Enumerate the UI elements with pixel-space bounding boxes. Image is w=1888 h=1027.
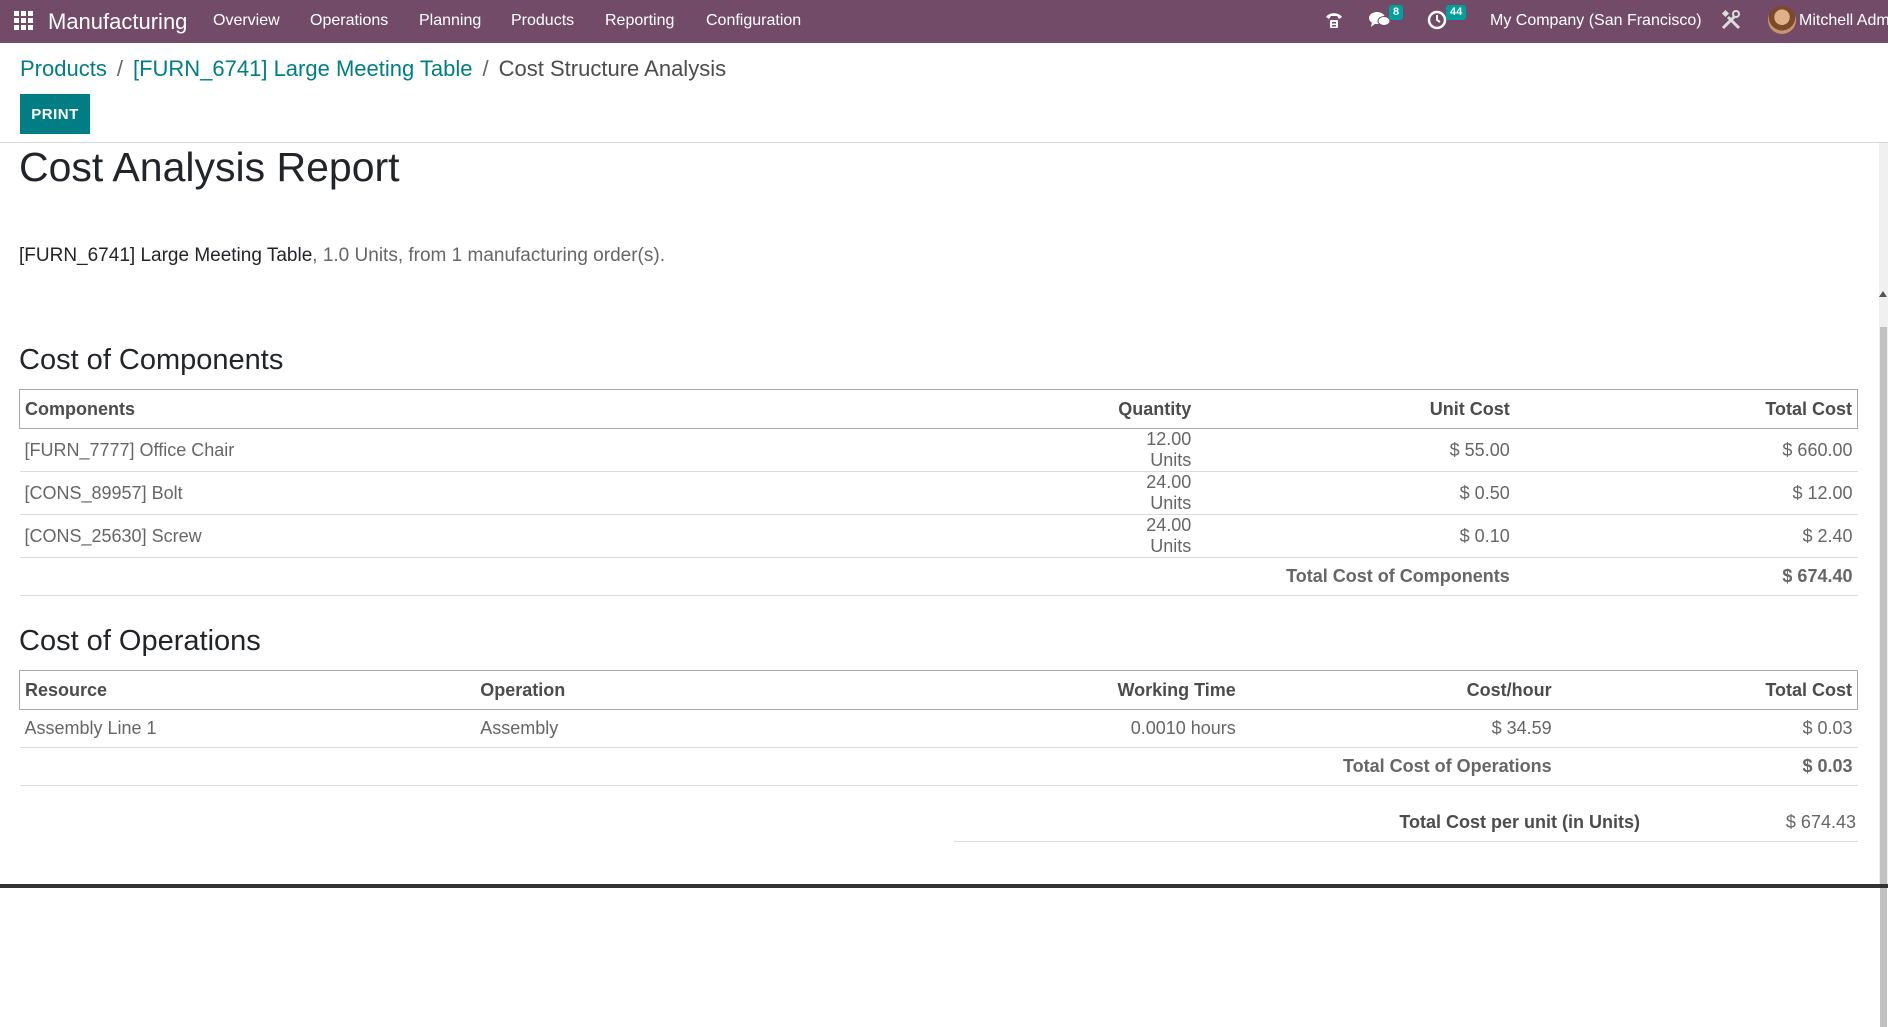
scroll-thumb[interactable] [1880, 327, 1887, 1027]
component-unit-cost: $ 55.00 [1196, 428, 1515, 472]
operations-header-row: Resource Operation Working Time Cost/hou… [19, 670, 1858, 710]
operation-total: $ 0.03 [1556, 709, 1858, 748]
product-summary: [FURN_6741] Large Meeting Table, 1.0 Uni… [19, 245, 665, 267]
component-total: $ 660.00 [1514, 428, 1858, 472]
component-unit-cost: $ 0.50 [1196, 471, 1515, 515]
clock-icon[interactable] [1427, 10, 1447, 35]
col-unit-cost: Unit Cost [1196, 389, 1515, 429]
component-link[interactable]: [CONS_89957] Bolt [19, 471, 1114, 515]
scroll-up-arrow-icon[interactable] [1879, 291, 1887, 297]
breadcrumb-separator: / [482, 56, 489, 81]
operations-total-row: Total Cost of Operations $ 0.03 [19, 747, 1858, 786]
operations-total-label: Total Cost of Operations [1240, 747, 1557, 786]
menu-configuration[interactable]: Configuration [706, 12, 801, 30]
component-qty: 24.00 Units [1113, 514, 1197, 558]
component-total: $ 12.00 [1514, 471, 1858, 515]
table-row: [CONS_25630] Screw 24.00 Units $ 0.10 $ … [19, 514, 1858, 558]
messages-badge: 8 [1389, 5, 1404, 20]
breadcrumb-product[interactable]: [FURN_6741] Large Meeting Table [133, 56, 473, 81]
menu-planning[interactable]: Planning [419, 12, 481, 30]
top-navbar: Manufacturing Overview Operations Planni… [0, 0, 1888, 43]
col-working-time: Working Time [875, 670, 1241, 710]
component-qty: 12.00 Units [1113, 428, 1197, 472]
menu-overview[interactable]: Overview [213, 12, 280, 30]
col-total-cost: Total Cost [1514, 389, 1858, 429]
components-section-title: Cost of Components [19, 344, 284, 376]
component-total: $ 2.40 [1514, 514, 1858, 558]
menu-operations[interactable]: Operations [310, 12, 388, 30]
col-operation: Operation [475, 670, 876, 710]
components-table: Components Quantity Unit Cost Total Cost… [19, 389, 1858, 596]
operations-total-value: $ 0.03 [1556, 747, 1858, 786]
component-unit-cost: $ 0.10 [1196, 514, 1515, 558]
breadcrumb-products[interactable]: Products [20, 56, 107, 81]
grand-total-divider [954, 841, 1858, 842]
col-op-total-cost: Total Cost [1556, 670, 1858, 710]
components-total-label: Total Cost of Components [1196, 557, 1515, 596]
control-panel-divider [0, 142, 1888, 143]
col-quantity: Quantity [1113, 389, 1197, 429]
window-bottom-edge [0, 884, 1888, 888]
component-link[interactable]: [CONS_25630] Screw [19, 514, 1114, 558]
table-row: Assembly Line 1 Assembly 0.0010 hours $ … [19, 709, 1858, 748]
product-name: [FURN_6741] Large Meeting Table [19, 245, 313, 266]
table-row: [FURN_7777] Office Chair 12.00 Units $ 5… [19, 428, 1858, 472]
operations-section-title: Cost of Operations [19, 625, 261, 657]
report-title: Cost Analysis Report [19, 144, 400, 190]
menu-products[interactable]: Products [511, 12, 574, 30]
company-switcher[interactable]: My Company (San Francisco) [1490, 12, 1702, 30]
components-total-row: Total Cost of Components $ 674.40 [19, 557, 1858, 596]
grand-total-value: $ 674.43 [1785, 812, 1856, 832]
grand-total-label: Total Cost per unit (in Units) [1399, 812, 1640, 832]
col-cost-hour: Cost/hour [1240, 670, 1557, 710]
component-qty: 24.00 Units [1113, 471, 1197, 515]
menu-reporting[interactable]: Reporting [605, 12, 674, 30]
col-components: Components [19, 389, 1114, 429]
breadcrumb-current: Cost Structure Analysis [498, 56, 727, 81]
user-avatar[interactable] [1768, 6, 1796, 34]
activities-badge: 44 [1446, 5, 1467, 20]
app-name[interactable]: Manufacturing [48, 9, 187, 35]
operation-link[interactable]: Assembly [475, 709, 876, 748]
apps-grid-icon[interactable] [14, 11, 34, 31]
operation-cost-hour: $ 34.59 [1240, 709, 1557, 748]
table-row: [CONS_89957] Bolt 24.00 Units $ 0.50 $ 1… [19, 471, 1858, 515]
col-resource: Resource [19, 670, 476, 710]
components-header-row: Components Quantity Unit Cost Total Cost [19, 389, 1858, 429]
user-menu[interactable]: Mitchell Adm [1799, 12, 1888, 30]
breadcrumb: Products / [FURN_6741] Large Meeting Table… [20, 56, 726, 82]
breadcrumb-separator: / [116, 56, 123, 81]
components-total-value: $ 674.40 [1514, 557, 1858, 596]
scrollbar[interactable] [1879, 143, 1888, 1027]
product-details: , 1.0 Units, from 1 manufacturing order(… [312, 245, 665, 266]
tools-icon[interactable] [1720, 9, 1742, 36]
component-link[interactable]: [FURN_7777] Office Chair [19, 428, 1114, 472]
operation-time: 0.0010 hours [875, 709, 1241, 748]
print-button[interactable]: PRINT [20, 94, 90, 134]
operation-resource: Assembly Line 1 [19, 709, 476, 748]
phone-icon[interactable] [1323, 9, 1345, 36]
operations-table: Resource Operation Working Time Cost/hou… [19, 670, 1858, 786]
